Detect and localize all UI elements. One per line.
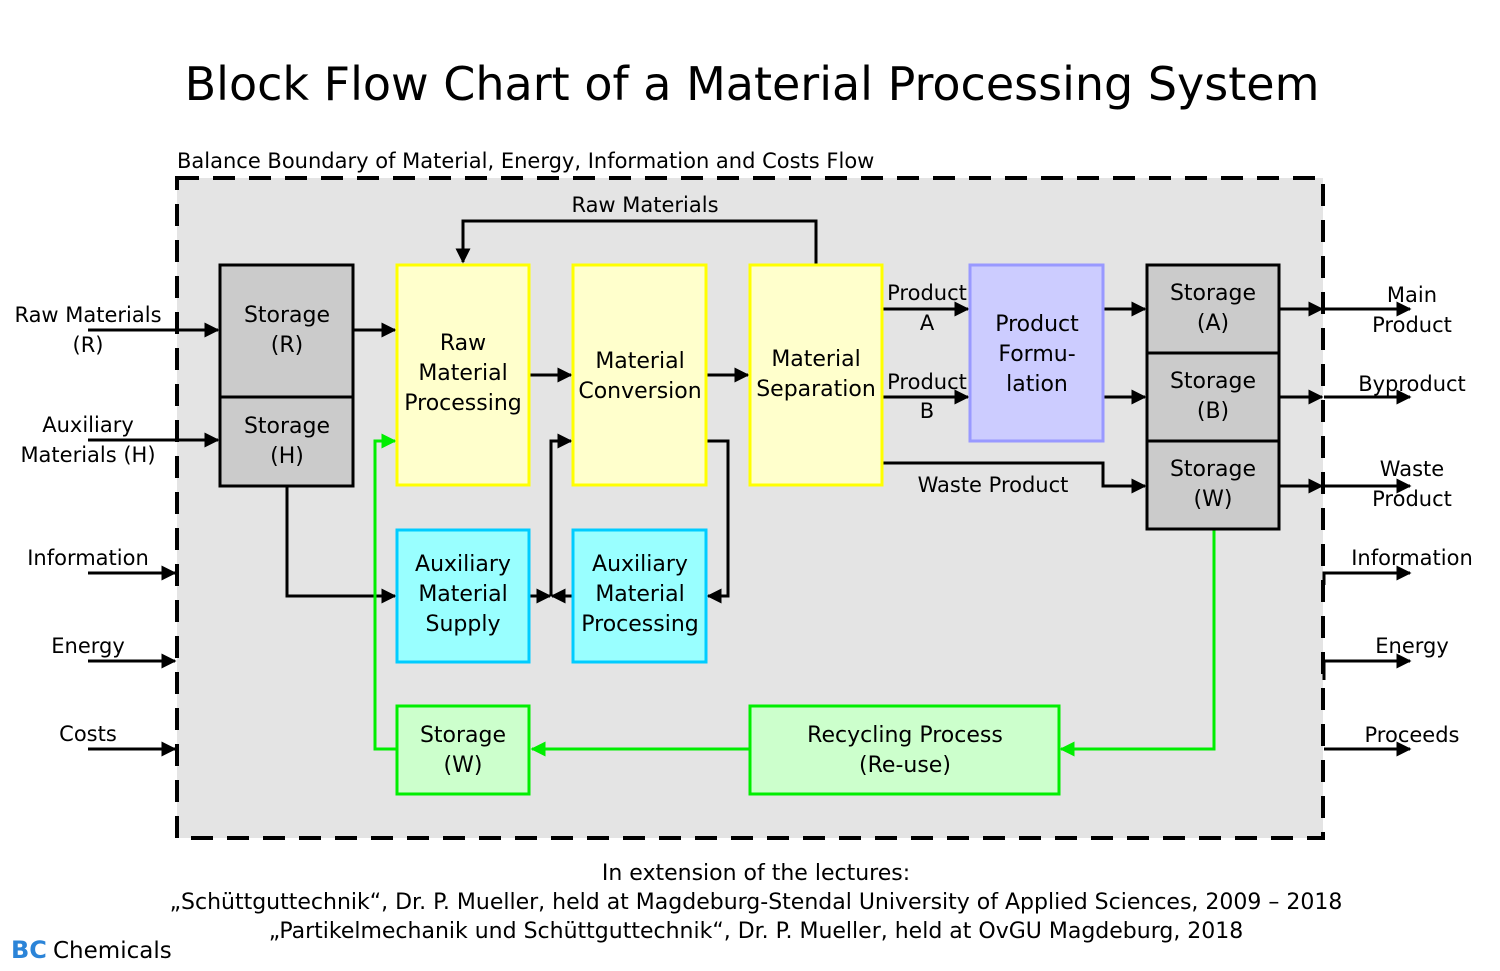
- output-waste-product-label-1: Waste: [1380, 457, 1444, 481]
- svg-text:Material: Material: [771, 347, 860, 372]
- input-raw-materials-label-2: (R): [73, 333, 104, 357]
- product-a-label-1: Product: [887, 281, 967, 305]
- energy-output-arrow: [1322, 653, 1412, 680]
- svg-text:Material: Material: [418, 361, 507, 386]
- svg-text:(H): (H): [270, 444, 304, 469]
- output-main-product-label-2: Product: [1372, 313, 1452, 337]
- svg-text:Auxiliary: Auxiliary: [592, 552, 688, 577]
- svg-text:Conversion: Conversion: [578, 379, 701, 404]
- input-information-label: Information: [27, 546, 149, 570]
- output-information-label: Information: [1351, 546, 1473, 570]
- product-b-label-1: Product: [887, 370, 967, 394]
- output-energy-label: Energy: [1375, 634, 1449, 658]
- svg-text:Supply: Supply: [426, 612, 501, 637]
- svg-text:Storage: Storage: [1170, 369, 1256, 394]
- svg-text:Storage: Storage: [1170, 281, 1256, 306]
- input-raw-materials-label-1: Raw Materials: [14, 303, 161, 327]
- svg-text:(Re-use): (Re-use): [859, 753, 951, 778]
- svg-text:Product: Product: [995, 312, 1079, 337]
- output-waste-product-label-2: Product: [1372, 487, 1452, 511]
- waste-product-label: Waste Product: [918, 473, 1069, 497]
- svg-text:Storage: Storage: [420, 723, 506, 748]
- storage-a-block[interactable]: Storage (A): [1145, 263, 1281, 355]
- material-conversion-block[interactable]: Material Conversion: [571, 263, 708, 487]
- page-title: Block Flow Chart of a Material Processin…: [185, 57, 1320, 111]
- brand-mark: BC: [11, 936, 47, 964]
- output-main-product-label-1: Main: [1387, 283, 1437, 307]
- information-output-arrow: [1322, 565, 1412, 585]
- svg-text:(W): (W): [1194, 487, 1233, 512]
- product-b-label-2: B: [920, 399, 934, 423]
- svg-text:Storage: Storage: [1170, 457, 1256, 482]
- footer-line-3: „Partikelmechanik und Schüttguttechnik“,…: [269, 919, 1244, 944]
- svg-text:Formu-: Formu-: [998, 342, 1075, 367]
- product-formulation-block[interactable]: Product Formu- lation: [968, 263, 1105, 443]
- svg-text:Material: Material: [595, 349, 684, 374]
- svg-text:Material: Material: [418, 582, 507, 607]
- material-separation-block[interactable]: Material Separation: [748, 263, 884, 487]
- output-byproduct-label: Byproduct: [1358, 372, 1466, 396]
- input-auxiliary-label-1: Auxiliary: [42, 413, 134, 437]
- svg-text:Separation: Separation: [756, 377, 876, 402]
- svg-text:(W): (W): [444, 753, 483, 778]
- svg-text:(B): (B): [1197, 399, 1229, 424]
- recycling-process-block[interactable]: Recycling Process (Re-use): [748, 704, 1061, 796]
- svg-text:(R): (R): [271, 333, 303, 358]
- auxiliary-material-supply-block[interactable]: Auxiliary Material Supply: [395, 528, 531, 664]
- raw-material-processing-block[interactable]: Raw Material Processing: [395, 263, 531, 487]
- svg-text:Processing: Processing: [581, 612, 698, 637]
- boundary-label: Balance Boundary of Material, Energy, In…: [177, 149, 874, 173]
- storage-b-block[interactable]: Storage (B): [1145, 351, 1281, 443]
- storage-r-block[interactable]: Storage (R): [218, 263, 355, 399]
- svg-text:Storage: Storage: [244, 414, 330, 439]
- svg-text:Auxiliary: Auxiliary: [415, 552, 511, 577]
- brand-name: Chemicals: [53, 938, 172, 964]
- raw-materials-return-label: Raw Materials: [571, 193, 718, 217]
- input-costs-label: Costs: [59, 722, 117, 746]
- input-energy-label: Energy: [51, 634, 125, 658]
- svg-text:Raw: Raw: [440, 331, 486, 356]
- svg-text:Storage: Storage: [244, 303, 330, 328]
- product-a-label-2: A: [920, 311, 935, 335]
- svg-text:Material: Material: [595, 582, 684, 607]
- footer-line-2: „Schüttguttechnik“, Dr. P. Mueller, held…: [170, 890, 1343, 915]
- svg-text:(A): (A): [1197, 311, 1229, 336]
- auxiliary-material-processing-block[interactable]: Auxiliary Material Processing: [571, 528, 708, 664]
- svg-text:lation: lation: [1006, 372, 1068, 397]
- storage-h-block[interactable]: Storage (H): [218, 395, 355, 488]
- svg-text:Recycling Process: Recycling Process: [807, 723, 1003, 748]
- footer-line-1: In extension of the lectures:: [602, 861, 910, 886]
- output-proceeds-label: Proceeds: [1365, 723, 1460, 747]
- storage-w-output-block[interactable]: Storage (W): [1145, 439, 1281, 531]
- storage-w-recycle-block[interactable]: Storage (W): [395, 704, 531, 796]
- block-flow-diagram: Block Flow Chart of a Material Processin…: [11, 57, 1473, 964]
- input-auxiliary-label-2: Materials (H): [20, 443, 155, 467]
- brand-logo: BC Chemicals: [11, 936, 172, 964]
- svg-text:Processing: Processing: [404, 391, 521, 416]
